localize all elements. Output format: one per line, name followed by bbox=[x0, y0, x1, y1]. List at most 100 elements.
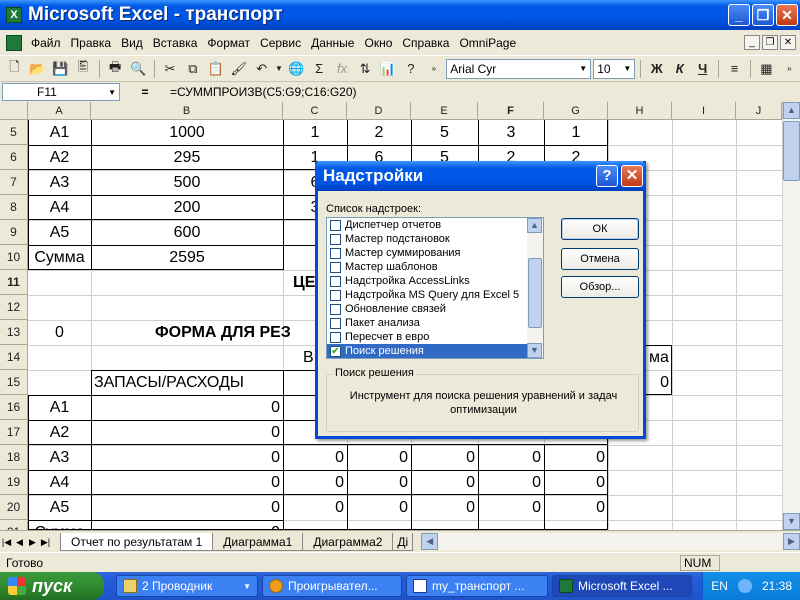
cell-a18[interactable]: A3 bbox=[28, 445, 91, 470]
menu-view[interactable]: Вид bbox=[116, 36, 148, 50]
formula-input[interactable]: =СУММПРОИЗВ(C5:G9;C16:G20) bbox=[170, 85, 800, 99]
list-item[interactable]: Мастер шаблонов bbox=[327, 260, 543, 274]
chart-icon[interactable]: 📊 bbox=[377, 58, 398, 80]
menu-edit[interactable]: Правка bbox=[66, 36, 117, 50]
cell-d19[interactable]: 0 bbox=[347, 470, 411, 495]
font-size-select[interactable]: 10 ▼ bbox=[593, 58, 636, 79]
ok-button[interactable]: ОК bbox=[561, 218, 639, 240]
chevron-down-icon[interactable]: ▼ bbox=[620, 60, 634, 78]
checkbox[interactable] bbox=[330, 233, 341, 245]
menu-window[interactable]: Окно bbox=[359, 36, 397, 50]
undo-icon[interactable]: ↶ bbox=[251, 58, 272, 80]
column-header-g[interactable]: G bbox=[544, 102, 608, 120]
undo-dropdown-icon[interactable]: ▼ bbox=[274, 58, 284, 80]
addins-list[interactable]: Диспетчер отчетов Мастер подстановок Мас… bbox=[326, 217, 544, 359]
cell-b18[interactable]: 0 bbox=[91, 445, 283, 470]
checkbox[interactable] bbox=[330, 303, 341, 315]
cell-b9[interactable]: 600 bbox=[91, 220, 283, 245]
print-preview-icon[interactable]: 🔍 bbox=[128, 58, 149, 80]
function-icon[interactable]: fx bbox=[332, 58, 353, 80]
cell-c18[interactable]: 0 bbox=[283, 445, 347, 470]
help-icon[interactable]: ? bbox=[596, 165, 618, 187]
row-header-11[interactable]: 11 bbox=[0, 270, 28, 295]
cell-b15[interactable]: ЗАПАСЫ/РАСХОДЫ bbox=[91, 370, 283, 395]
tab-results-report[interactable]: Отчет по результатам 1 bbox=[60, 532, 214, 551]
cell-a10[interactable]: Сумма bbox=[28, 245, 91, 270]
column-header-a[interactable]: A bbox=[28, 102, 91, 120]
open-icon[interactable]: 📂 bbox=[27, 58, 48, 80]
menu-tools[interactable]: Сервис bbox=[255, 36, 306, 50]
column-header-e[interactable]: E bbox=[411, 102, 478, 120]
font-name-select[interactable]: Arial Cyr ▼ bbox=[446, 58, 592, 79]
horizontal-scrollbar[interactable]: ◀ ▶ bbox=[421, 533, 800, 550]
tray-arrow-icon[interactable] bbox=[737, 579, 752, 593]
cell-e5[interactable]: 5 bbox=[411, 120, 478, 145]
cell-b19[interactable]: 0 bbox=[91, 470, 283, 495]
row-header-15[interactable]: 15 bbox=[0, 370, 28, 395]
menu-insert[interactable]: Вставка bbox=[148, 36, 203, 50]
prev-sheet-icon[interactable]: ◀ bbox=[13, 534, 26, 550]
menu-data[interactable]: Данные bbox=[306, 36, 359, 50]
cell-a7[interactable]: A3 bbox=[28, 170, 91, 195]
row-header-10[interactable]: 10 bbox=[0, 245, 28, 270]
copy-icon[interactable]: ⧉ bbox=[182, 58, 203, 80]
close-icon[interactable]: ✕ bbox=[776, 4, 798, 26]
row-header-14[interactable]: 14 bbox=[0, 345, 28, 370]
row-header-18[interactable]: 18 bbox=[0, 445, 28, 470]
cell-b7[interactable]: 500 bbox=[91, 170, 283, 195]
cell-a16[interactable]: A1 bbox=[28, 395, 91, 420]
bold-button[interactable]: Ж bbox=[646, 58, 667, 80]
tab-partial[interactable]: Ді bbox=[392, 532, 414, 551]
column-header-b[interactable]: B bbox=[91, 102, 283, 120]
print-icon[interactable]: 🖶 bbox=[105, 58, 126, 80]
hyperlink-icon[interactable]: 🌐 bbox=[286, 58, 307, 80]
new-icon[interactable]: 🗋 bbox=[4, 58, 25, 80]
task-excel[interactable]: Microsoft Excel ... bbox=[552, 575, 692, 597]
checkbox[interactable] bbox=[330, 317, 341, 329]
row-header-9[interactable]: 9 bbox=[0, 220, 28, 245]
last-sheet-icon[interactable]: ▶| bbox=[39, 534, 52, 550]
language-indicator[interactable]: EN bbox=[711, 579, 728, 593]
cell-a20[interactable]: A5 bbox=[28, 495, 91, 520]
cancel-button[interactable]: Отмена bbox=[561, 248, 639, 270]
menu-format[interactable]: Формат bbox=[202, 36, 255, 50]
chevron-down-icon[interactable]: ▼ bbox=[108, 88, 116, 97]
name-box[interactable]: F11 ▼ bbox=[2, 83, 120, 101]
cell-f19[interactable]: 0 bbox=[478, 470, 544, 495]
checkbox[interactable] bbox=[330, 247, 341, 259]
borders-icon[interactable]: ▦ bbox=[756, 58, 777, 80]
workbook-icon[interactable] bbox=[6, 34, 22, 51]
list-item[interactable]: Мастер подстановок bbox=[327, 232, 543, 246]
list-item-selected[interactable]: ✔ Поиск решения bbox=[327, 344, 527, 358]
help-icon[interactable]: ? bbox=[400, 58, 421, 80]
menu-file[interactable]: Файл bbox=[26, 36, 66, 50]
checkbox[interactable] bbox=[330, 219, 341, 231]
column-header-h[interactable]: H bbox=[608, 102, 672, 120]
cell-b21[interactable]: 0 bbox=[91, 520, 283, 531]
list-item[interactable]: Мастер суммирования bbox=[327, 246, 543, 260]
row-header-21[interactable]: 21 bbox=[0, 520, 28, 530]
menu-help[interactable]: Справка bbox=[397, 36, 454, 50]
cell-e18[interactable]: 0 bbox=[411, 445, 478, 470]
cell-a5[interactable]: A1 bbox=[28, 120, 91, 145]
row-header-8[interactable]: 8 bbox=[0, 195, 28, 220]
cell-b20[interactable]: 0 bbox=[91, 495, 283, 520]
autosum-icon[interactable]: Σ bbox=[309, 58, 330, 80]
list-item[interactable]: Диспетчер отчетов bbox=[327, 218, 543, 232]
select-all-corner[interactable] bbox=[0, 102, 28, 120]
scroll-thumb[interactable] bbox=[528, 258, 542, 328]
vertical-scrollbar[interactable]: ▲ ▼ bbox=[782, 102, 800, 530]
cell-b5[interactable]: 1000 bbox=[91, 120, 283, 145]
cell-f18[interactable]: 0 bbox=[478, 445, 544, 470]
cell-g20[interactable]: 0 bbox=[544, 495, 608, 520]
scroll-up-icon[interactable]: ▲ bbox=[527, 218, 542, 233]
italic-button[interactable]: К bbox=[669, 58, 690, 80]
cell-b8[interactable]: 200 bbox=[91, 195, 283, 220]
chevron-down-icon[interactable]: ▼ bbox=[576, 60, 590, 78]
scroll-down-icon[interactable]: ▼ bbox=[783, 513, 800, 530]
list-item[interactable]: Обновление связей bbox=[327, 302, 543, 316]
next-sheet-icon[interactable]: ▶ bbox=[26, 534, 39, 550]
formula-equals-sign[interactable]: = bbox=[120, 85, 170, 99]
scroll-thumb[interactable] bbox=[783, 121, 800, 181]
cell-a8[interactable]: A4 bbox=[28, 195, 91, 220]
